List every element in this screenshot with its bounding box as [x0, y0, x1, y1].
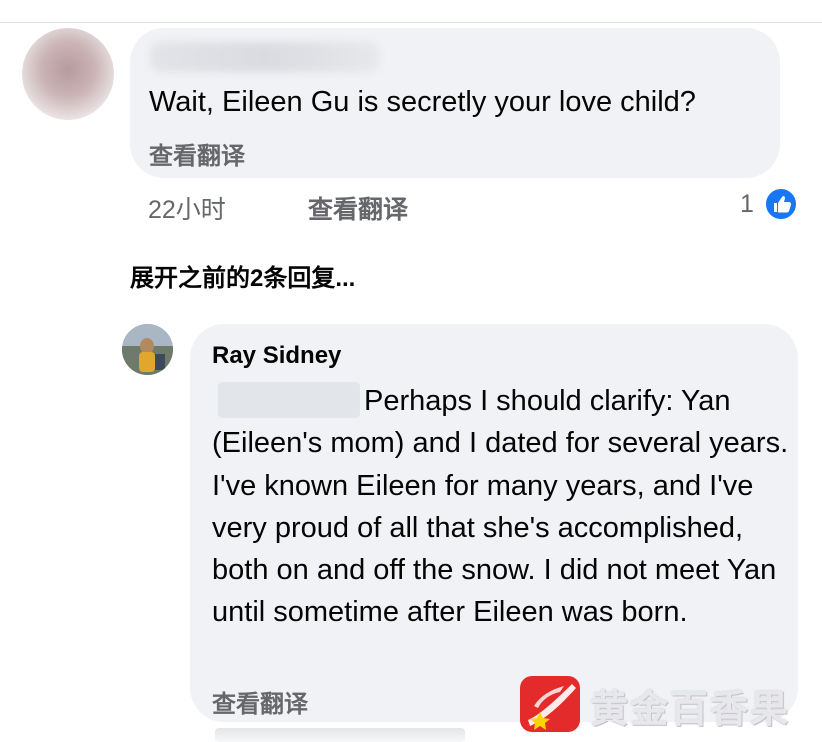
comment-timestamp[interactable]: 22小时	[148, 190, 226, 226]
author-name-blurred[interactable]	[150, 42, 380, 72]
author-name[interactable]: Ray Sidney	[212, 342, 341, 370]
watermark-text: 黄金百香果	[590, 689, 791, 731]
comment-text: Wait, Eileen Gu is secretly your love ch…	[149, 86, 696, 118]
comment-bubble: Wait, Eileen Gu is secretly your love ch…	[130, 28, 780, 178]
watermark-logo-icon	[520, 676, 580, 732]
like-thumb-icon[interactable]	[764, 187, 798, 221]
reply-text-container: Perhaps I should clarify: Yan (Eileen's …	[212, 380, 790, 634]
like-count[interactable]: 1	[740, 190, 754, 219]
faded-meta-row	[215, 728, 465, 742]
see-translation-button[interactable]: 查看翻译	[308, 190, 408, 226]
avatar[interactable]	[122, 324, 173, 375]
reply-bubble: Ray Sidney Perhaps I should clarify: Yan…	[190, 324, 798, 722]
expand-previous-replies[interactable]: 展开之前的2条回复...	[130, 258, 355, 293]
top-divider	[0, 22, 822, 23]
see-translation-link[interactable]: 查看翻译	[212, 684, 308, 719]
see-translation-link[interactable]: 查看翻译	[149, 136, 245, 171]
reply-text: Perhaps I should clarify: Yan (Eileen's …	[212, 385, 789, 629]
avatar-blurred[interactable]	[22, 28, 114, 120]
